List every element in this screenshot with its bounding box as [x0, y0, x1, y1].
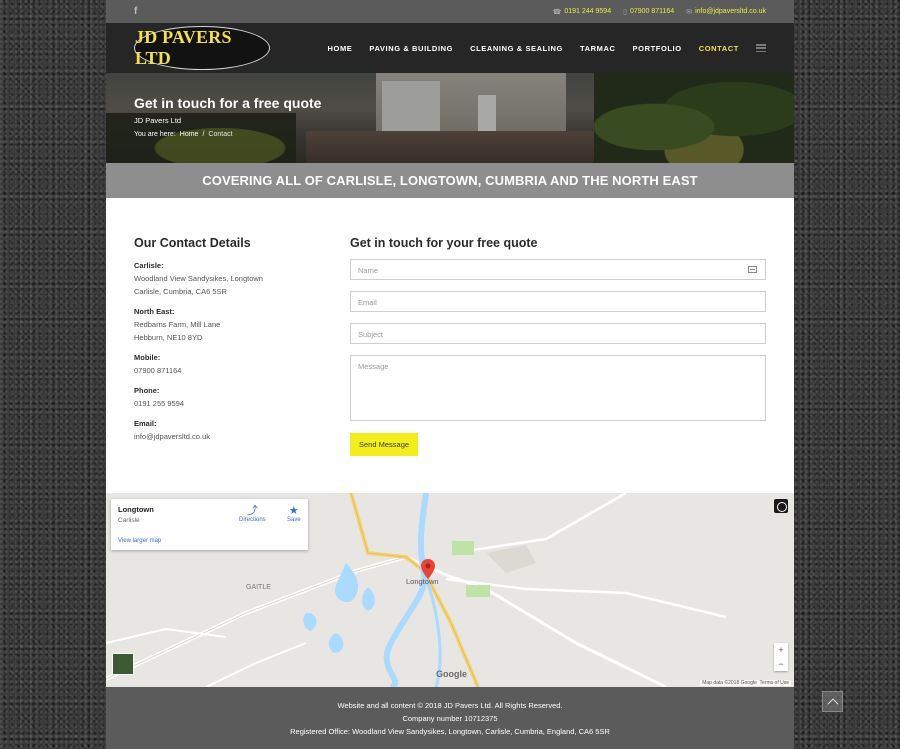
email-detail: Email: info@jdpaversltd.co.uk [134, 419, 210, 441]
nav-home[interactable]: HOME [328, 44, 353, 53]
page-subtitle: JD Pavers Ltd [134, 116, 182, 125]
phone2-text: 07900 871164 [629, 8, 675, 15]
facebook-icon[interactable]: f [134, 6, 144, 17]
northeast-address: North East: Redbarns Farm, Mill Lane Heb… [134, 307, 221, 342]
contact-heading: Our Contact Details [134, 236, 251, 250]
logo-text: JD PAVERS LTD [135, 27, 232, 68]
directions-icon: ⤴ [246, 505, 258, 517]
send-message-button[interactable]: Send Message [350, 433, 419, 456]
top-contacts: ☎ 0191 244 9594 ▯ 07900 871164 ✉ info@jdpav… [553, 8, 766, 16]
map-region: Carlisle [118, 517, 140, 524]
breadcrumb-current: Contact [208, 131, 233, 138]
google-logo: Google [436, 669, 467, 679]
contact-details: Our Contact Details Carlisle: Woodland V… [134, 236, 350, 493]
phone1-text: 0191 244 9594 [564, 8, 612, 15]
coverage-strip: COVERING ALL OF CARLISLE, LONGTOWN, CUMB… [106, 163, 794, 198]
footer-copyright: Website and all content © 2018 JD Pavers… [337, 701, 563, 710]
map-place: Longtown [118, 505, 154, 514]
star-icon: ★ [288, 505, 299, 517]
fullscreen-icon[interactable] [774, 499, 788, 513]
email-field[interactable]: Email [350, 291, 766, 312]
map-info-card: Longtown Carlisle ⤴ Directions ★ Save View… [111, 499, 308, 550]
phone-detail: Phone: 0191 255 9594 [134, 386, 185, 408]
footer-company-number: Company number 10712375 [402, 714, 498, 723]
top-phone1[interactable]: ☎ 0191 244 9594 [553, 8, 611, 16]
top-bar: f ☎ 0191 244 9594 ▯ 07900 871164 ✉ info@jdp… [106, 0, 794, 23]
page-title: Get in touch for a free quote [134, 95, 322, 111]
site-wrapper: f ☎ 0191 244 9594 ▯ 07900 871164 ✉ info@jdp… [106, 0, 794, 749]
menu-icon[interactable] [756, 44, 766, 52]
breadcrumb-prefix: You are here: [134, 131, 176, 138]
nav-contact[interactable]: CONTACT [699, 44, 739, 53]
contact-section: Our Contact Details Carlisle: Woodland V… [106, 198, 794, 493]
nav-cleaning-sealing[interactable]: CLEANING & SEALING [470, 44, 563, 53]
zoom-in-button[interactable]: + [774, 643, 788, 657]
envelope-icon: ✉ [686, 8, 693, 16]
terms-link[interactable]: Terms of Use [760, 680, 789, 686]
email-text: info@jdpaversltd.co.uk [695, 8, 766, 15]
breadcrumb-home[interactable]: Home [180, 131, 199, 138]
phone-icon: ☎ [552, 8, 562, 16]
quote-form: Get in touch for your free quote Name Em… [350, 236, 766, 493]
main-nav: HOME PAVING & BUILDING CLEANING & SEALIN… [328, 44, 766, 53]
form-heading: Get in touch for your free quote [350, 236, 538, 250]
logo[interactable]: JD PAVERS LTD [134, 26, 270, 70]
back-to-top-button[interactable] [822, 691, 843, 712]
carlisle-address: Carlisle: Woodland View Sandysikes, Long… [134, 261, 263, 296]
google-map[interactable]: GAITLE Longtown Longtown Carlisle ⤴ Direc… [106, 493, 794, 687]
zoom-out-button[interactable]: − [774, 657, 788, 671]
directions-button[interactable]: ⤴ Directions [239, 505, 266, 523]
map-attribution: Map data ©2018 Google Terms of Use [700, 680, 791, 686]
breadcrumb-separator: / [202, 131, 205, 138]
mobile-detail: Mobile: 07900 871164 [134, 353, 182, 375]
footer: Website and all content © 2018 JD Pavers… [106, 687, 794, 749]
top-email[interactable]: ✉ info@jdpaversltd.co.uk [686, 8, 766, 16]
message-field[interactable]: Message [350, 355, 766, 421]
nav-portfolio[interactable]: PORTFOLIO [633, 44, 682, 53]
contact-card-icon [748, 266, 757, 273]
map-pin-icon[interactable] [421, 559, 435, 579]
subject-field[interactable]: Subject [350, 323, 766, 344]
nav-tarmac[interactable]: TARMAC [580, 44, 616, 53]
gaitle-label: GAITLE [246, 584, 271, 591]
nav-paving-building[interactable]: PAVING & BUILDING [369, 44, 453, 53]
top-phone2[interactable]: ▯ 07900 871164 [623, 8, 674, 16]
banner-text: Get in touch for a free quote JD Pavers … [134, 95, 321, 138]
breadcrumb: You are here: Home / Contact [134, 131, 321, 138]
save-button[interactable]: ★ Save [287, 505, 301, 523]
footer-registered-office: Registered Office: Woodland View Sandysi… [290, 727, 610, 736]
view-larger-map-link[interactable]: View larger map [118, 538, 161, 544]
name-field[interactable]: Name [350, 259, 766, 280]
mobile-icon: ▯ [623, 8, 627, 16]
header: JD PAVERS LTD HOME PAVING & BUILDING CLE… [106, 23, 794, 73]
zoom-controls: + − [774, 643, 788, 671]
satellite-toggle[interactable] [112, 653, 134, 675]
page-banner: Get in touch for a free quote JD Pavers … [106, 73, 794, 163]
